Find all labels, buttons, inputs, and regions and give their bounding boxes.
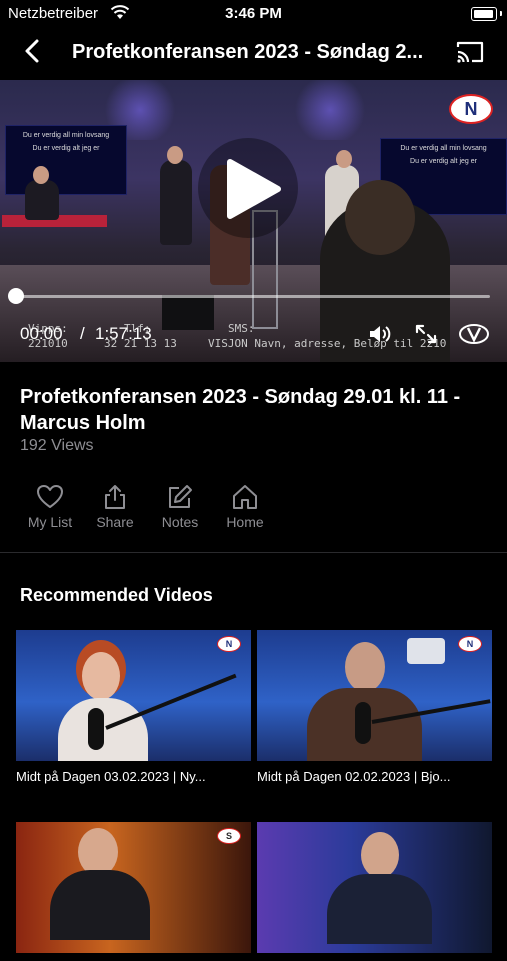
heart-icon [37, 485, 63, 508]
nav-title: Profetkonferansen 2023 - Søndag 2... [72, 41, 424, 63]
cast-icon[interactable] [455, 39, 485, 65]
home-button[interactable]: Home [213, 484, 277, 530]
ticker-sms-value: VISJON Navn, adresse, Beløp til 2210 [208, 337, 447, 350]
recommended-card[interactable]: N Midt på Dagen 02.02.2023 | Bjo... [257, 630, 492, 784]
battery-icon [471, 7, 497, 21]
current-time: 00:00 [20, 324, 63, 343]
host-face [82, 652, 120, 700]
host-face [345, 642, 385, 692]
fullscreen-icon[interactable] [414, 323, 438, 345]
stage-light [290, 80, 370, 140]
recommended-card[interactable]: S [16, 822, 251, 961]
musician-figure [160, 160, 192, 245]
video-thumbnail: N [16, 630, 251, 761]
share-button[interactable]: Share [83, 484, 147, 530]
host-face [78, 828, 118, 876]
channel-logo: N [217, 636, 241, 652]
ticker-sms-label: SMS: [228, 322, 255, 335]
view-count: 192 Views [20, 437, 94, 454]
recommended-title: Midt på Dagen 03.02.2023 | Ny... [16, 769, 206, 784]
musician-figure [25, 180, 59, 220]
visjon-logo-icon [459, 324, 489, 344]
edit-icon [169, 485, 192, 508]
musician-head [336, 150, 352, 168]
host-face [361, 832, 399, 878]
video-player[interactable]: Du er verdig all min lovsang Du er verdi… [0, 80, 507, 362]
speaker-box [162, 295, 214, 330]
status-bar: Netzbetreiber 3:46 PM [0, 0, 507, 28]
musician-head [167, 146, 183, 164]
channel-logo-alt: S [217, 828, 241, 844]
recommended-card[interactable]: N Midt på Dagen 03.02.2023 | Ny... [16, 630, 251, 784]
host-body [327, 874, 432, 944]
notes-label: Notes [161, 514, 199, 530]
progress-knob[interactable] [8, 288, 24, 304]
share-icon [105, 485, 125, 509]
microphone [88, 708, 104, 750]
recommended-title: Midt på Dagen 02.02.2023 | Bjo... [257, 769, 451, 784]
notes-button[interactable]: Notes [148, 484, 212, 530]
musician-head [33, 166, 49, 184]
back-icon[interactable] [18, 36, 48, 66]
action-bar: My List Share Notes Home [0, 484, 507, 534]
video-thumbnail: S [16, 822, 251, 953]
video-thumbnail [257, 822, 492, 953]
video-thumbnail: N [257, 630, 492, 761]
channel-logo: N [458, 636, 482, 652]
lyrics-line: Du er verdig all min lovsang [400, 145, 487, 152]
battery-tip [500, 11, 502, 16]
progress-bar[interactable] [8, 288, 490, 304]
studio-screen [407, 638, 445, 664]
divider [0, 552, 507, 553]
my-list-button[interactable]: My List [18, 484, 82, 530]
recommended-heading: Recommended Videos [20, 585, 213, 605]
lyrics-line: Du er verdig all min lovsang [22, 132, 110, 139]
my-list-label: My List [27, 514, 73, 530]
play-button[interactable] [198, 138, 298, 238]
host-body [50, 870, 150, 940]
lyrics-line: Du er verdig alt jeg er [410, 158, 477, 165]
lyrics-line: Du er verdig alt jeg er [32, 145, 100, 152]
time-separator: / [80, 324, 85, 343]
home-label: Home [226, 514, 264, 530]
home-icon [233, 485, 257, 509]
channel-logo: N [449, 94, 493, 124]
recommended-card[interactable] [257, 822, 492, 961]
nav-bar: Profetkonferansen 2023 - Søndag 2... [0, 30, 507, 75]
status-time: 3:46 PM [225, 5, 282, 22]
lyrics-screen-left: Du er verdig all min lovsang Du er verdi… [5, 125, 127, 195]
video-title: Profetkonferansen 2023 - Søndag 29.01 kl… [20, 386, 461, 434]
audience-head [345, 180, 415, 255]
share-label: Share [96, 514, 134, 530]
volume-icon[interactable] [368, 323, 392, 345]
play-icon [227, 159, 281, 219]
microphone [355, 702, 371, 744]
duration: 1:57:13 [95, 324, 152, 343]
